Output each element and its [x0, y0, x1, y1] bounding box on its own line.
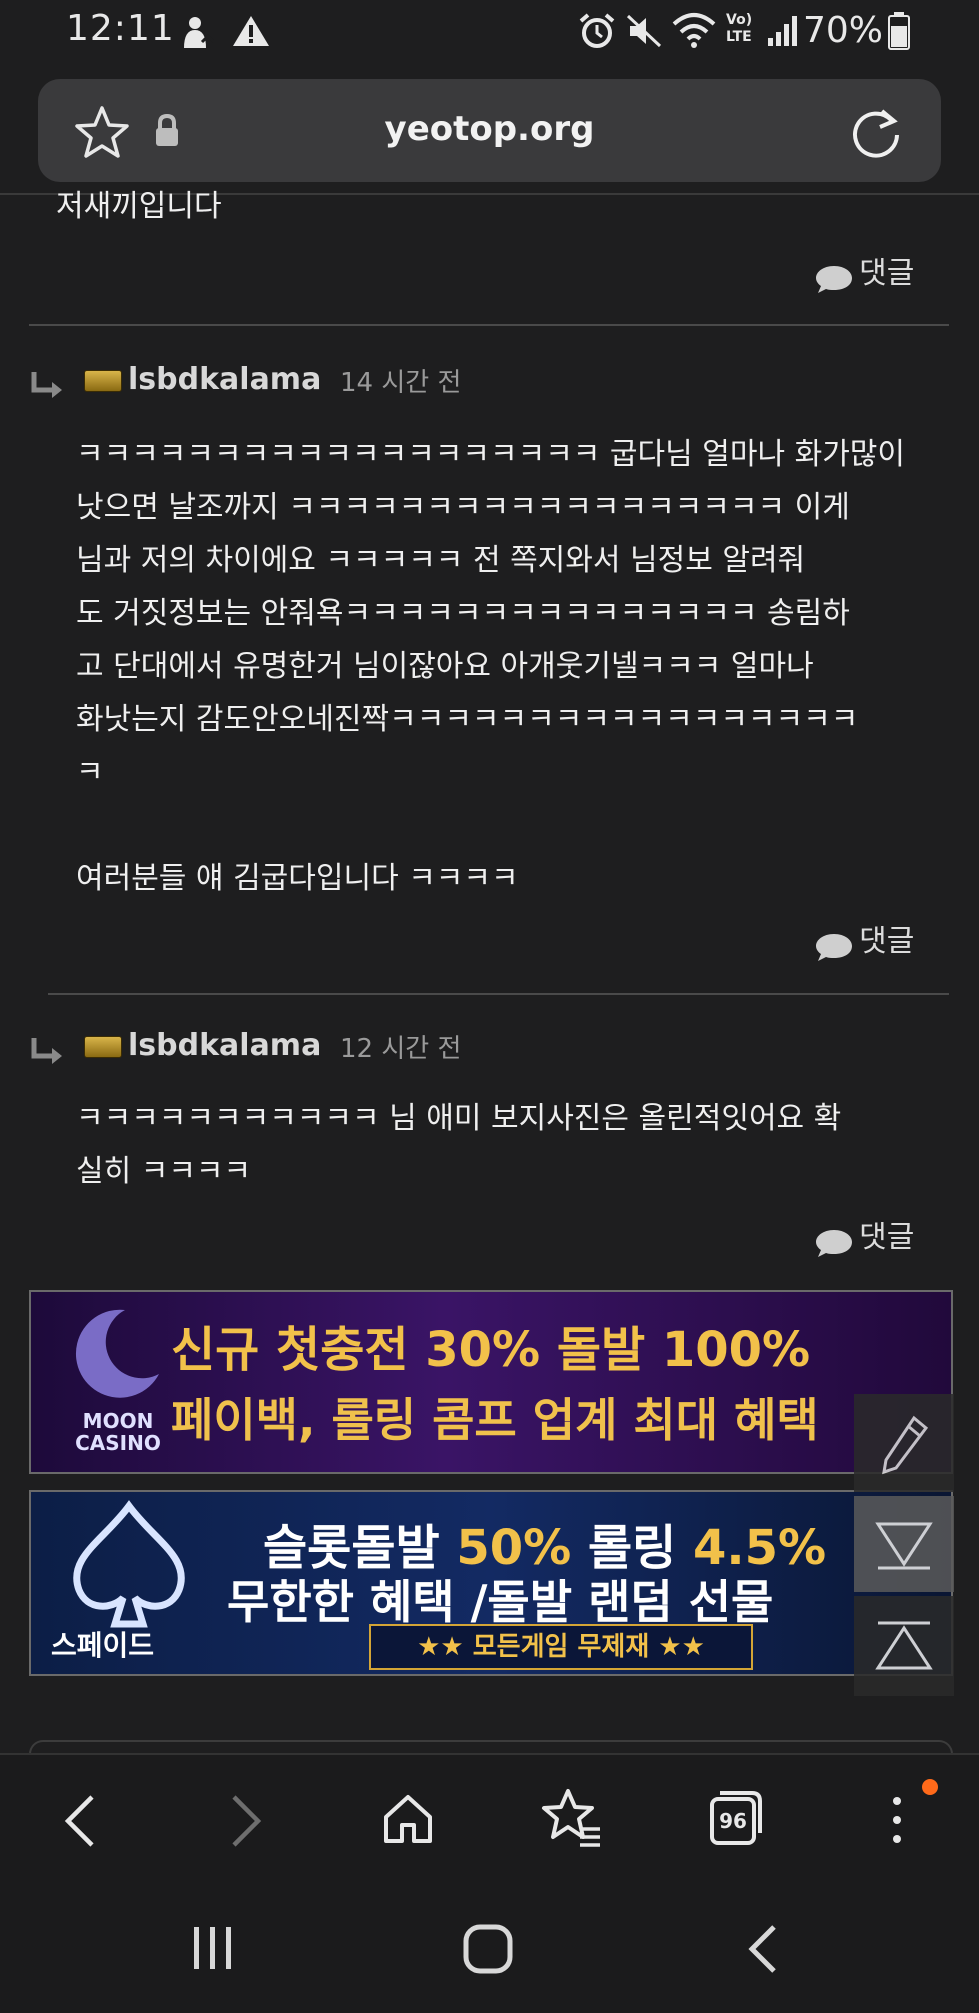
reply-button[interactable]: 댓글: [814, 248, 914, 296]
spade-logo-text: 스페이드: [51, 1629, 155, 1662]
speech-bubble-icon: [816, 265, 852, 293]
logo-line: CASINO: [75, 1431, 161, 1455]
reply-button[interactable]: 댓글: [814, 916, 914, 964]
moon-casino-logo-text: MOON CASINO: [53, 1410, 183, 1454]
comment-body: ㅋㅋㅋㅋㅋㅋㅋㅋㅋㅋㅋㅋㅋㅋㅋㅋㅋㅋㅋ 굽다님 얼마나 화가많이 낫으면 날조까…: [76, 428, 936, 905]
comment-time: 14 시간 전: [340, 368, 462, 398]
comment-text: 저새끼입니다: [56, 189, 222, 224]
scroll-up-icon: [875, 1621, 933, 1670]
home-button-icon[interactable]: [462, 1923, 514, 1975]
tabs-count: 96: [719, 1809, 747, 1833]
tag-part: ★★ 모든게임: [417, 1632, 578, 1662]
home-icon[interactable]: [380, 1791, 436, 1847]
battery-percent: 70%: [802, 10, 883, 51]
tag-part: ★★: [649, 1632, 705, 1662]
banner-headline: 신규 첫충전 30% 돌발 100%: [171, 1322, 811, 1378]
scroll-down-icon: [875, 1522, 933, 1570]
bookmarks-icon[interactable]: [540, 1787, 604, 1851]
reply-label: 댓글: [859, 256, 915, 291]
forward-icon[interactable]: [226, 1793, 266, 1849]
comment-line: 님과 저의 차이에요 ㅋㅋㅋㅋㅋ 전 쪽지와서 님정보 알려줘: [76, 543, 806, 578]
comment-line: 화낫는지 감도안오네진짝ㅋㅋㅋㅋㅋㅋㅋㅋㅋㅋㅋㅋㅋㅋㅋㅋㅋ: [76, 702, 859, 737]
mute-icon: [626, 14, 662, 48]
level-badge-icon: [84, 370, 122, 392]
banner-subline: 무한한 혜택 /돌발 랜덤 선물: [227, 1575, 774, 1629]
tag-part: 무제재: [577, 1632, 650, 1662]
comment-divider: [29, 324, 949, 326]
alarm-icon: [579, 13, 615, 48]
pencil-icon: [882, 1415, 929, 1475]
level-badge-icon: [84, 1036, 122, 1058]
system-back-icon[interactable]: [744, 1923, 780, 1975]
comment-line: 도 거짓정보는 안줘욕ㅋㅋㅋㅋㅋㅋㅋㅋㅋㅋㅋㅋㅋㅋㅋ 송림하: [76, 596, 850, 631]
spade-logo-icon: [73, 1500, 185, 1628]
logo-line: MOON: [82, 1409, 154, 1433]
speech-bubble-icon: [816, 933, 852, 961]
url-bar[interactable]: yeotop.org: [38, 79, 941, 182]
browser-bottom-nav: 96: [0, 1753, 979, 1895]
system-nav-bar: [0, 1893, 979, 2013]
url-text[interactable]: yeotop.org: [38, 109, 941, 149]
reply-arrow-icon: [31, 372, 62, 398]
reply-arrow-icon: [31, 1038, 62, 1064]
comment-body: ㅋㅋㅋㅋㅋㅋㅋㅋㅋㅋㅋ 님 애미 보지사진은 올린적잇어요 확 실히 ㅋㅋㅋㅋ: [76, 1092, 936, 1198]
moon-logo-icon: [75, 1309, 159, 1398]
speech-bubble-icon: [816, 1229, 852, 1257]
status-bar: 12:11 Vo) LTE 70%: [0, 0, 979, 66]
ad-banner-moon-casino[interactable]: MOON CASINO 신규 첫충전 30% 돌발 100% 페이백, 롤링 콤…: [29, 1290, 953, 1474]
reload-icon[interactable]: [848, 105, 904, 161]
signal-icon: [768, 16, 797, 46]
comment-author[interactable]: lsbdkalama: [128, 1028, 321, 1063]
alert-icon: [233, 16, 269, 46]
reply-label: 댓글: [859, 1220, 915, 1255]
upload-person-icon: [184, 17, 214, 48]
banner-subline: 페이백, 롤링 콤프 업계 최대 혜택: [171, 1393, 819, 1447]
scroll-down-button[interactable]: [854, 1496, 954, 1592]
comment-time: 12 시간 전: [340, 1034, 462, 1064]
tabs-button[interactable]: 96: [708, 1789, 762, 1847]
write-button[interactable]: [854, 1394, 954, 1492]
comment-line: 실히 ㅋㅋㅋㅋ: [76, 1154, 252, 1189]
wifi-icon: [672, 13, 716, 48]
volte-icon: Vo) LTE: [726, 12, 753, 45]
comment-line: ㅋㅋㅋㅋㅋㅋㅋㅋㅋㅋㅋㅋㅋㅋㅋㅋㅋㅋㅋ 굽다님 얼마나 화가많이: [76, 437, 906, 472]
comment-line: 여러분들 얘 김굽다입니다 ㅋㅋㅋㅋ: [76, 861, 519, 896]
back-icon[interactable]: [60, 1793, 100, 1849]
reply-label: 댓글: [859, 924, 915, 959]
notification-dot: [922, 1779, 938, 1795]
scroll-up-button[interactable]: [854, 1596, 954, 1696]
comment-line: 고 단대에서 유명한거 님이잖아요 아개웃기넬ㅋㅋㅋ 얼마나: [76, 649, 814, 684]
recent-apps-icon[interactable]: [192, 1925, 236, 1973]
status-time: 12:11: [66, 8, 175, 49]
reply-button[interactable]: 댓글: [814, 1212, 914, 1260]
comment-line: ㅋ: [76, 755, 104, 790]
comment-author[interactable]: lsbdkalama: [128, 362, 321, 397]
menu-icon[interactable]: [882, 1791, 912, 1851]
comment-line: ㅋㅋㅋㅋㅋㅋㅋㅋㅋㅋㅋ 님 애미 보지사진은 올린적잇어요 확: [76, 1101, 842, 1136]
battery-icon: [888, 12, 910, 50]
ad-banner-spade[interactable]: 스페이드 슬롯돌발 50% 롤링 4.5% 무한한 혜택 /돌발 랜덤 선물 ★…: [29, 1490, 953, 1676]
comment-item: lsbdkalama 12 시간 전 ㅋㅋㅋㅋㅋㅋㅋㅋㅋㅋㅋ 님 애미 보지사진…: [0, 996, 979, 1276]
comment-item: lsbdkalama 14 시간 전 ㅋㅋㅋㅋㅋㅋㅋㅋㅋㅋㅋㅋㅋㅋㅋㅋㅋㅋㅋ 굽…: [0, 330, 979, 990]
comment-divider: [48, 993, 949, 995]
comment-line: 낫으면 날조까지 ㅋㅋㅋㅋㅋㅋㅋㅋㅋㅋㅋㅋㅋㅋㅋㅋㅋㅋ 이게: [76, 490, 850, 525]
banner-tag: ★★ 모든게임 무제재 ★★: [369, 1624, 753, 1670]
